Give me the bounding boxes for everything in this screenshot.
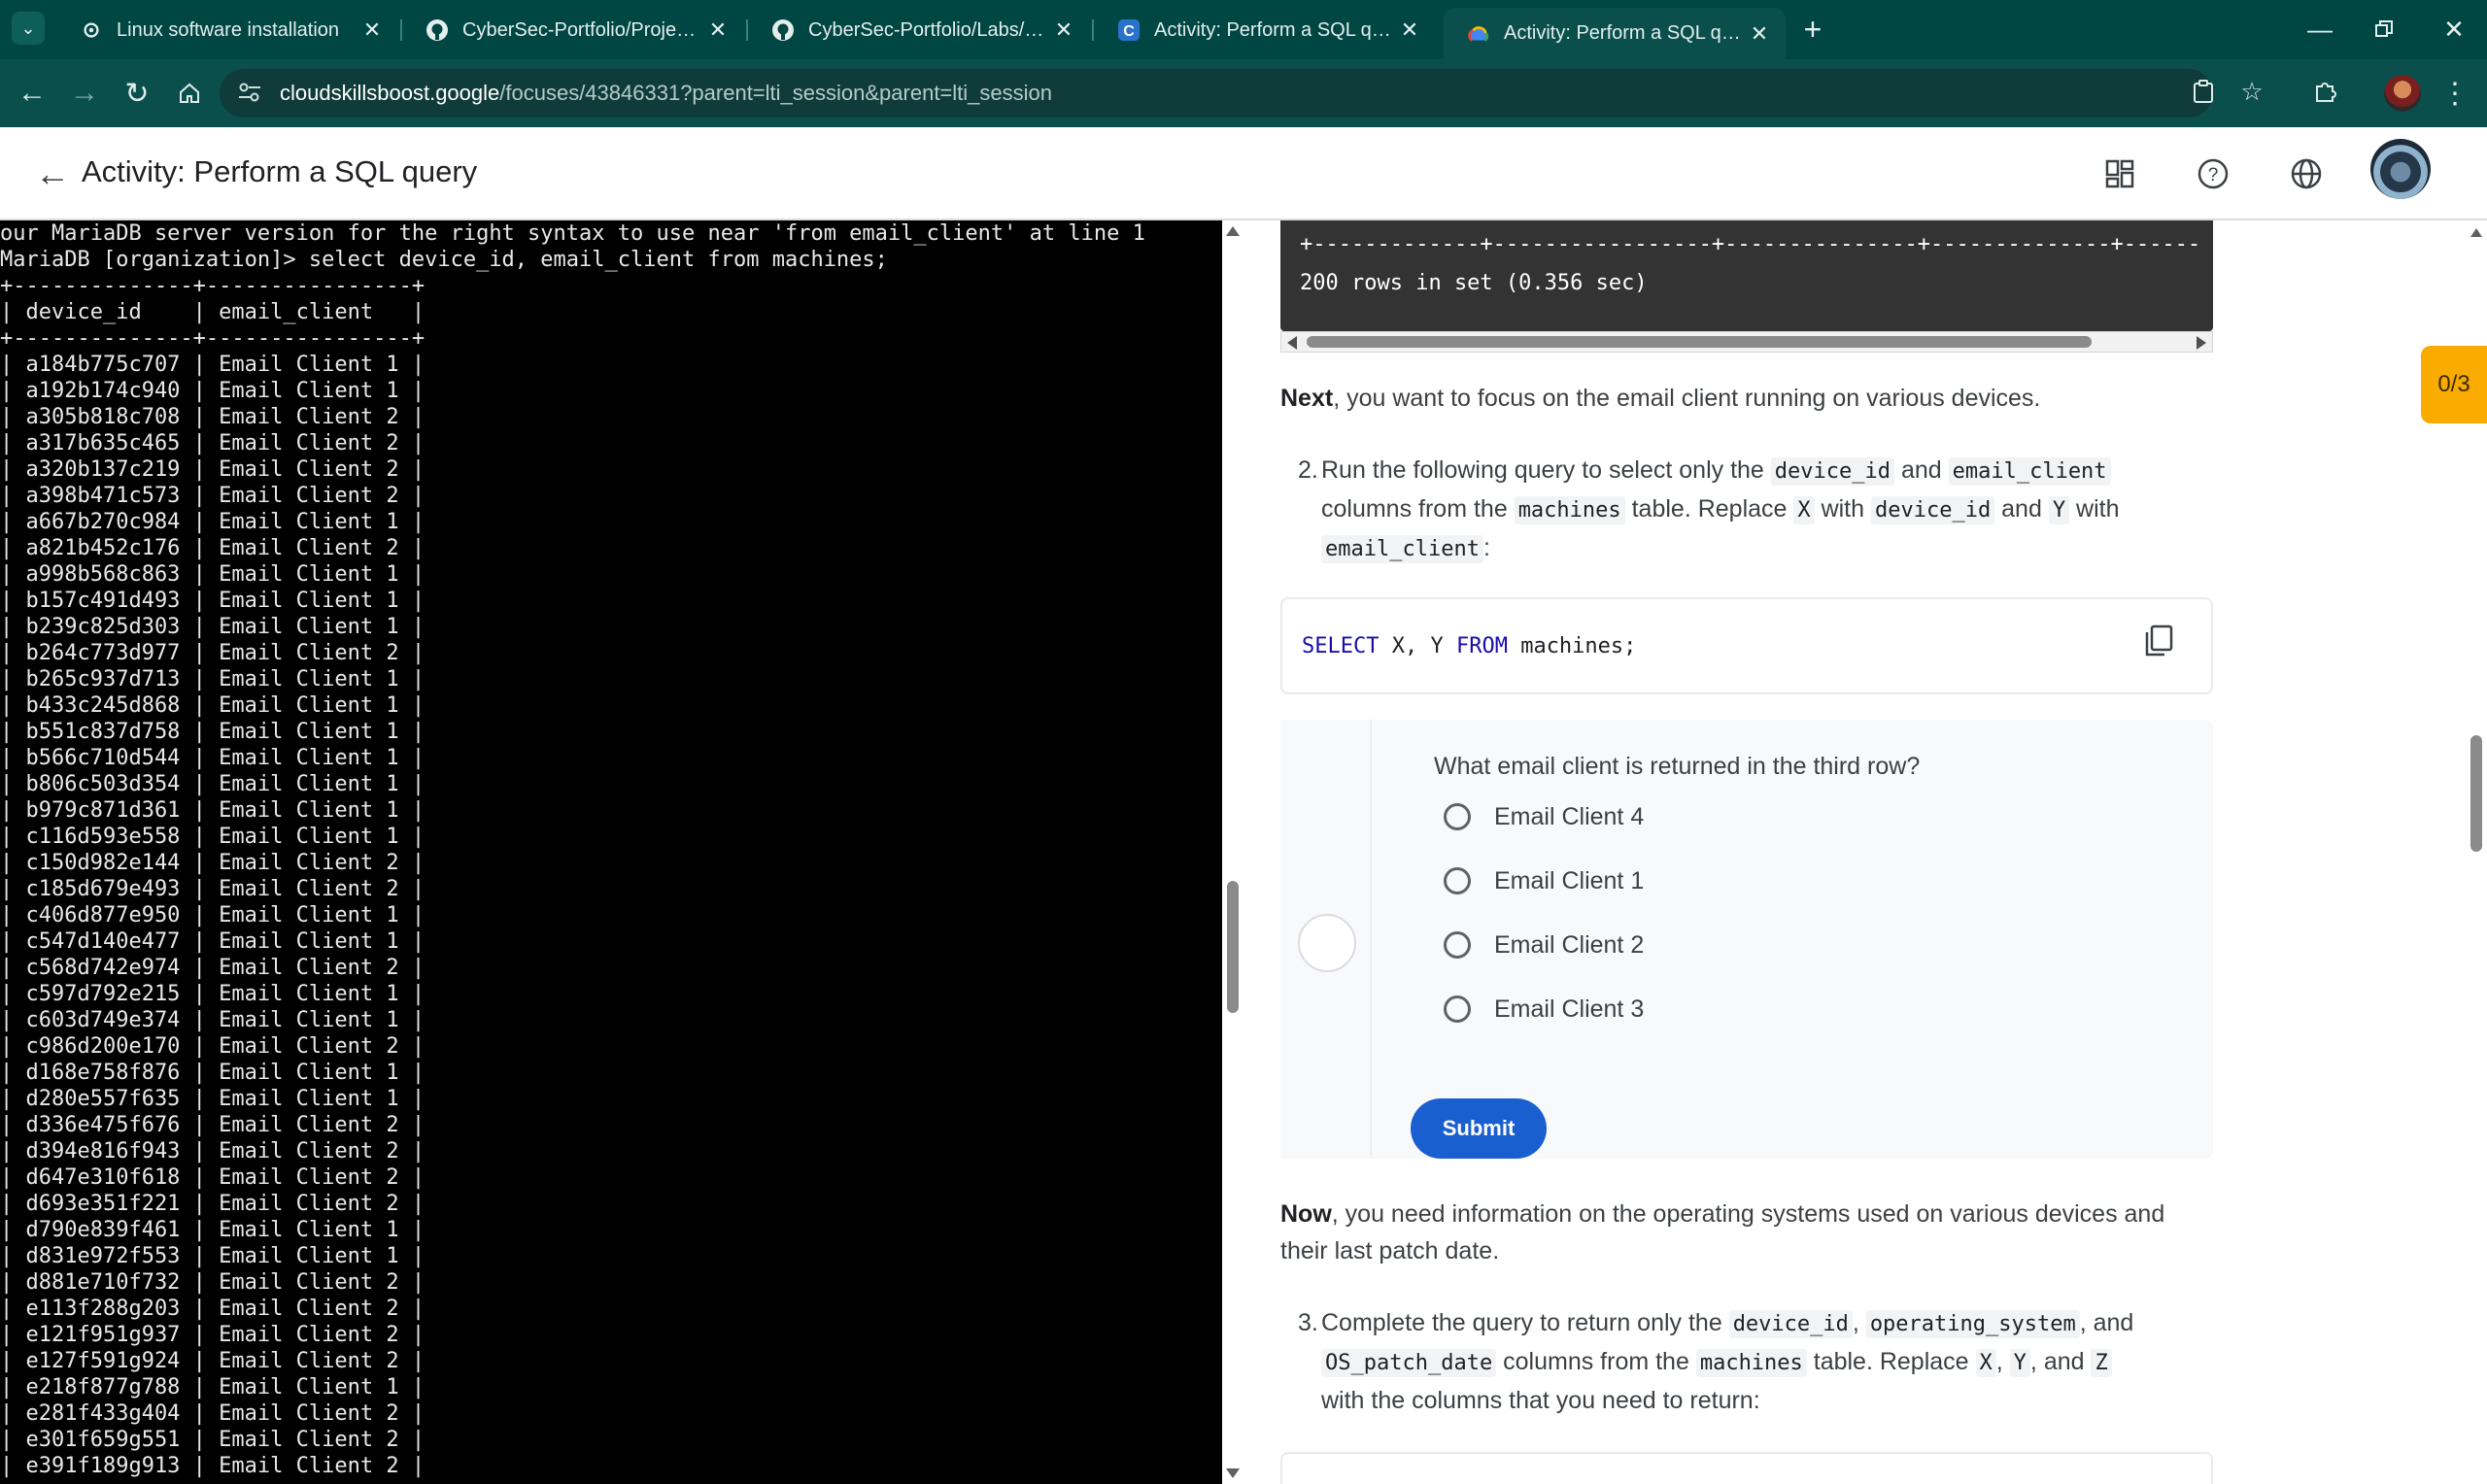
url-path: /focuses/43846331?parent=lti_session&par… <box>499 81 1052 105</box>
lab-header: ← Activity: Perform a SQL query ? <box>0 127 2487 220</box>
browser-tab-strip: ⌄ Linux software installation ✕ CyberSec… <box>0 0 2487 59</box>
scroll-up-arrow-icon[interactable] <box>1226 226 1240 236</box>
terminal-output: our MariaDB server version for the right… <box>0 221 1145 1478</box>
extensions-puzzle-icon[interactable] <box>2304 70 2347 113</box>
tab-coursera-activity[interactable]: C Activity: Perform a SQL query | C ✕ <box>1094 8 1436 52</box>
previous-output-block: +-------------+-----------------+-------… <box>1280 220 2213 331</box>
tab-title: Activity: Perform a SQL query | C <box>1504 22 1747 44</box>
bookmark-star-icon[interactable]: ☆ <box>2231 70 2273 113</box>
scroll-right-arrow-icon[interactable] <box>2197 336 2206 350</box>
tab-title: CyberSec-Portfolio/Projects/Go <box>462 18 705 41</box>
quiz-card: What email client is returned in the thi… <box>1280 720 2213 1159</box>
terminal-scrollbar[interactable] <box>1222 220 1244 1484</box>
quiz-option[interactable]: Email Client 3 <box>1444 990 1644 1029</box>
tab-close-icon[interactable]: ✕ <box>705 17 731 43</box>
output-row-count: 200 rows in set (0.356 sec) <box>1300 271 1648 295</box>
google-cloud-icon <box>1467 22 1490 46</box>
step-2-instruction: 2. Run the following query to select only… <box>1298 456 2120 563</box>
back-icon[interactable]: ← <box>12 73 52 114</box>
tab-github-labs[interactable]: CyberSec-Portfolio/Labs/Qwikla ✕ <box>748 8 1090 52</box>
cog-favicon-icon <box>80 18 103 42</box>
sql-code-block: SELECT X, Y FROM machines; <box>1280 597 2213 694</box>
browser-toolbar: ← → ↻ cloudskillsboost.google/focuses/43… <box>0 59 2487 127</box>
user-avatar[interactable] <box>2370 139 2431 199</box>
help-icon[interactable]: ? <box>2192 152 2234 195</box>
sql-query-text: SELECT X, Y FROM machines; <box>1302 634 1637 658</box>
page-title: Activity: Perform a SQL query <box>82 154 478 188</box>
tab-github-projects[interactable]: CyberSec-Portfolio/Projects/Go ✕ <box>402 8 744 52</box>
close-window-icon[interactable]: ✕ <box>2435 10 2473 49</box>
radio-button[interactable] <box>1444 867 1471 894</box>
coursera-icon: C <box>1117 18 1141 42</box>
sql-code-block-partial <box>1280 1452 2213 1484</box>
scrollbar-thumb[interactable] <box>1307 336 2092 348</box>
lab-instructions: +-------------+-----------------+-------… <box>1244 220 2487 1484</box>
quiz-option[interactable]: Email Client 2 <box>1444 926 1644 964</box>
browser-menu-icon[interactable]: ⋮ <box>2436 75 2473 112</box>
reload-icon[interactable]: ↻ <box>117 73 157 114</box>
code-horizontal-scrollbar[interactable] <box>1280 331 2213 353</box>
language-globe-icon[interactable] <box>2285 152 2328 195</box>
profile-avatar[interactable] <box>2384 75 2421 112</box>
scrollbar-thumb[interactable] <box>1227 881 1239 1013</box>
radio-button[interactable] <box>1444 995 1471 1023</box>
submit-button[interactable]: Submit <box>1411 1098 1547 1159</box>
tab-close-icon[interactable]: ✕ <box>1397 17 1422 43</box>
copy-icon[interactable] <box>2143 624 2176 659</box>
tab-search-chevron-icon[interactable]: ⌄ <box>12 12 45 45</box>
quiz-question: What email client is returned in the thi… <box>1434 753 1921 780</box>
restore-window-icon[interactable] <box>2365 10 2403 49</box>
svg-text:C: C <box>1123 23 1135 40</box>
tab-cloudskillsboost-activity[interactable]: Activity: Perform a SQL query | C ✕ <box>1444 8 1786 59</box>
now-paragraph: Now, you need information on the operati… <box>1280 1200 2165 1265</box>
address-bar[interactable]: cloudskillsboost.google/focuses/43846331… <box>220 69 2213 118</box>
site-settings-icon[interactable] <box>237 81 264 106</box>
github-icon <box>426 18 449 42</box>
radio-button[interactable] <box>1444 931 1471 959</box>
tab-title: Linux software installation <box>117 18 340 41</box>
svg-text:?: ? <box>2208 165 2219 186</box>
dashboard-icon[interactable] <box>2098 152 2141 195</box>
scrollbar-thumb[interactable] <box>2470 735 2482 852</box>
answer-status-circle <box>1298 914 1356 972</box>
github-icon <box>771 18 795 42</box>
next-paragraph: Next, you want to focus on the email cli… <box>1280 385 2041 412</box>
tab-close-icon[interactable]: ✕ <box>1747 21 1772 47</box>
step-3-instruction: 3. Complete the query to return only the … <box>1298 1309 2134 1414</box>
forward-icon[interactable]: → <box>64 73 105 114</box>
scroll-down-arrow-icon[interactable] <box>1226 1468 1240 1478</box>
tab-linux-software-installation[interactable]: Linux software installation ✕ <box>56 8 398 52</box>
scroll-left-arrow-icon[interactable] <box>1287 336 1297 350</box>
tab-title: CyberSec-Portfolio/Labs/Qwikla <box>808 18 1051 41</box>
radio-button[interactable] <box>1444 803 1471 830</box>
quiz-option[interactable]: Email Client 4 <box>1444 797 1644 836</box>
home-icon[interactable] <box>169 73 210 114</box>
tab-close-icon[interactable]: ✕ <box>1051 17 1076 43</box>
quiz-option[interactable]: Email Client 1 <box>1444 861 1644 900</box>
back-arrow-icon[interactable]: ← <box>33 153 72 193</box>
minimize-icon[interactable]: — <box>2300 10 2339 49</box>
tab-close-icon[interactable]: ✕ <box>359 17 385 43</box>
score-badge[interactable]: 0/3 <box>2421 346 2487 423</box>
url-domain: cloudskillsboost.google <box>280 81 500 105</box>
quiz-status-gutter <box>1280 720 1372 1159</box>
tab-title: Activity: Perform a SQL query | C <box>1154 18 1397 41</box>
scroll-up-arrow-icon[interactable] <box>2470 228 2482 237</box>
ssh-terminal[interactable]: our MariaDB server version for the right… <box>0 220 1222 1484</box>
clipboard-icon[interactable] <box>2182 70 2225 113</box>
new-tab-plus-icon[interactable]: + <box>1795 12 1830 47</box>
output-border: +-------------+-----------------+-------… <box>1300 232 2201 256</box>
